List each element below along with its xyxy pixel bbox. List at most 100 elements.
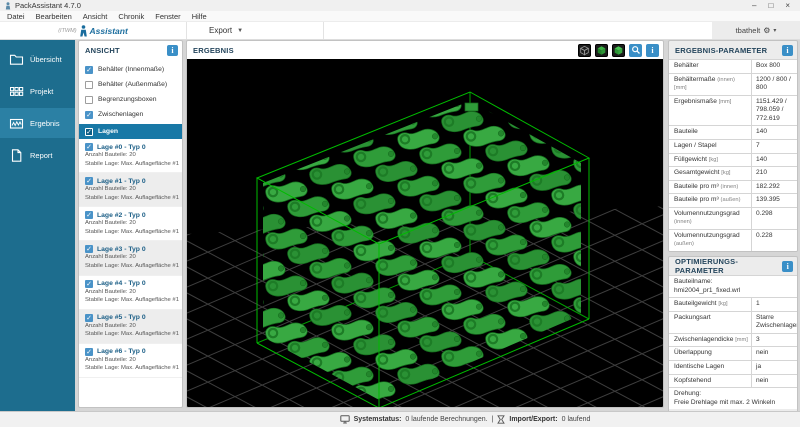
system-status-value: 0 laufende Berechnungen.	[405, 416, 487, 423]
param-row: Behälter Box 800	[669, 59, 797, 73]
ergebnis-parameter-header: ERGEBNIS-PARAMETER i	[669, 41, 797, 59]
lage-list-item[interactable]: ✓Lage #1 - Typ 0Anzahl Bauteile: 20Stabi…	[79, 173, 182, 207]
param-unit: [kg]	[709, 157, 718, 163]
checkbox-icon[interactable]	[85, 96, 93, 104]
lage-detail: Stabile Lage: Max. Auflagefläche #1	[85, 228, 179, 237]
checkbox-icon[interactable]: ✓	[85, 128, 93, 136]
param-row: Identische Lagen ja	[669, 360, 797, 374]
lage-detail: Anzahl Bauteile: 20	[85, 288, 179, 297]
checkbox-label: Zwischenlagen	[98, 111, 143, 118]
lage-list-item[interactable]: ✓Lage #4 - Typ 0Anzahl Bauteile: 20Stabi…	[79, 276, 182, 310]
zoom-button[interactable]	[629, 44, 642, 57]
info-icon[interactable]: i	[646, 44, 659, 57]
lage-detail: Anzahl Bauteile: 20	[85, 253, 179, 262]
sidebar-item-label: Projekt	[30, 87, 53, 96]
minimize-button[interactable]: –	[752, 1, 756, 11]
param-unit: (außen)	[721, 197, 741, 203]
checkbox-icon[interactable]: ✓	[85, 245, 93, 253]
view-checkbox-row[interactable]: Behälter (Außenmaße)	[79, 77, 182, 92]
system-status-label: Systemstatus:	[354, 416, 402, 423]
menu-datei[interactable]: Datei	[7, 12, 25, 21]
param-value: 182.292	[751, 181, 797, 194]
param-value: 0.228	[751, 230, 797, 251]
ergebnis-parameter-title: ERGEBNIS-PARAMETER	[675, 46, 767, 55]
param-unit: [kg]	[721, 170, 730, 176]
menu-bearbeiten[interactable]: Bearbeiten	[36, 12, 72, 21]
param-value: 1	[751, 298, 797, 311]
info-icon[interactable]: i	[167, 45, 178, 56]
lage-title: Lage #2 - Typ 0	[97, 212, 146, 219]
sidebar-item-report[interactable]: Report	[0, 140, 75, 170]
maximize-button[interactable]: □	[768, 1, 773, 11]
ansicht-header: ANSICHT i	[79, 41, 182, 59]
sidebar-item-projekt[interactable]: Projekt	[0, 76, 75, 106]
param-value: 7	[751, 140, 797, 153]
param-row: Kopfstehend nein	[669, 374, 797, 388]
sidebar-item-label: Report	[30, 151, 53, 160]
lage-list-item[interactable]: ✓Lage #3 - Typ 0Anzahl Bauteile: 20Stabi…	[79, 241, 182, 275]
param-label: Behälter	[669, 60, 751, 73]
sidebar-item-ergebnis[interactable]: Ergebnis	[0, 108, 75, 138]
view-options-list: ✓Behälter (Innenmaße)Behälter (Außenmaße…	[79, 59, 182, 122]
param-unit: (außen)	[674, 241, 694, 247]
checkbox-icon[interactable]: ✓	[85, 280, 93, 288]
user-menu[interactable]: tbathelt ⚙ ▾	[712, 22, 800, 39]
close-button[interactable]: ×	[785, 1, 790, 11]
menu-chronik[interactable]: Chronik	[118, 12, 144, 21]
menu-ansicht[interactable]: Ansicht	[83, 12, 108, 21]
param-row: Volumennutzungsgrad (außen)0.228	[669, 229, 797, 251]
param-label: Lagen / Stapel	[669, 140, 751, 153]
lage-list-item[interactable]: ✓Lage #0 - Typ 0Anzahl Bauteile: 20Stabi…	[79, 139, 182, 173]
checkbox-icon[interactable]	[85, 81, 93, 89]
checkbox-icon[interactable]: ✓	[85, 211, 93, 219]
lage-list-item[interactable]: ✓Lage #6 - Typ 0Anzahl Bauteile: 20Stabi…	[79, 344, 182, 378]
wireframe-view-button[interactable]	[578, 44, 591, 57]
view-checkbox-row[interactable]: Begrenzungsboxen	[79, 92, 182, 107]
param-row: Packungsart Starre Zwischenlagen	[669, 311, 797, 333]
lage-title: Lage #3 - Typ 0	[97, 246, 146, 253]
info-icon[interactable]: i	[782, 45, 793, 56]
menu-hilfe[interactable]: Hilfe	[192, 12, 207, 21]
view-checkbox-row[interactable]: ✓Behälter (Innenmaße)	[79, 62, 182, 77]
lage-detail: Stabile Lage: Max. Auflagefläche #1	[85, 194, 179, 203]
window-title: PackAssistant 4.7.0	[15, 1, 81, 10]
solid-cube-icon	[613, 45, 624, 56]
checkbox-label: Begrenzungsboxen	[98, 96, 157, 103]
view-checkbox-row[interactable]: ✓ Zwischenlagen	[79, 107, 182, 122]
menu-fenster[interactable]: Fenster	[155, 12, 180, 21]
param-label: Packungsart	[669, 312, 751, 333]
checkbox-icon[interactable]: ✓	[85, 143, 93, 151]
solid-view-alt-button[interactable]	[612, 44, 625, 57]
3d-viewport[interactable]	[187, 59, 664, 408]
lage-list-item[interactable]: ✓Lage #2 - Typ 0Anzahl Bauteile: 20Stabi…	[79, 207, 182, 241]
checkbox-icon[interactable]: ✓	[85, 66, 93, 74]
export-button[interactable]: Export ▼	[186, 22, 324, 39]
param-label: Bauteilgewicht [kg]	[669, 298, 751, 311]
param-row: Bauteile pro m³ (innen)182.292	[669, 180, 797, 194]
checkbox-icon[interactable]: ✓	[85, 111, 93, 119]
magnifier-icon	[631, 45, 641, 55]
lage-list-item[interactable]: ✓Lage #5 - Typ 0Anzahl Bauteile: 20Stabi…	[79, 310, 182, 344]
checkbox-icon[interactable]: ✓	[85, 348, 93, 356]
info-icon[interactable]: i	[782, 261, 793, 272]
sidebar-item-label: Ergebnis	[30, 119, 60, 128]
param-row: Volumennutzungsgrad (innen)0.298	[669, 207, 797, 229]
status-separator: |	[492, 416, 494, 423]
gear-icon: ⚙	[763, 26, 770, 35]
lage-title: Lage #5 - Typ 0	[97, 314, 146, 321]
param-label: Bauteile pro m³ (innen)	[669, 181, 751, 194]
checkbox-icon[interactable]: ✓	[85, 314, 93, 322]
sidebar-item-label: Übersicht	[30, 55, 62, 64]
sidebar-item-uebersicht[interactable]: Übersicht	[0, 44, 75, 74]
checkbox-icon[interactable]: ✓	[85, 177, 93, 185]
param-row: Bauteile 140	[669, 125, 797, 139]
param-value: 210	[751, 167, 797, 180]
menu-bar: Datei Bearbeiten Ansicht Chronik Fenster…	[0, 11, 800, 22]
chevron-down-icon: ▼	[237, 28, 243, 34]
param-label: Behältermaße (innen) [mm]	[669, 74, 751, 95]
optimierungs-parameter-table: Bauteilname:hmi2004_pr1_fixed.wrlBauteil…	[669, 275, 797, 409]
chart-icon	[9, 116, 24, 131]
lage-detail: Anzahl Bauteile: 20	[85, 356, 179, 365]
solid-view-button[interactable]	[595, 44, 608, 57]
lagen-header-row[interactable]: ✓ Lagen	[79, 124, 182, 139]
